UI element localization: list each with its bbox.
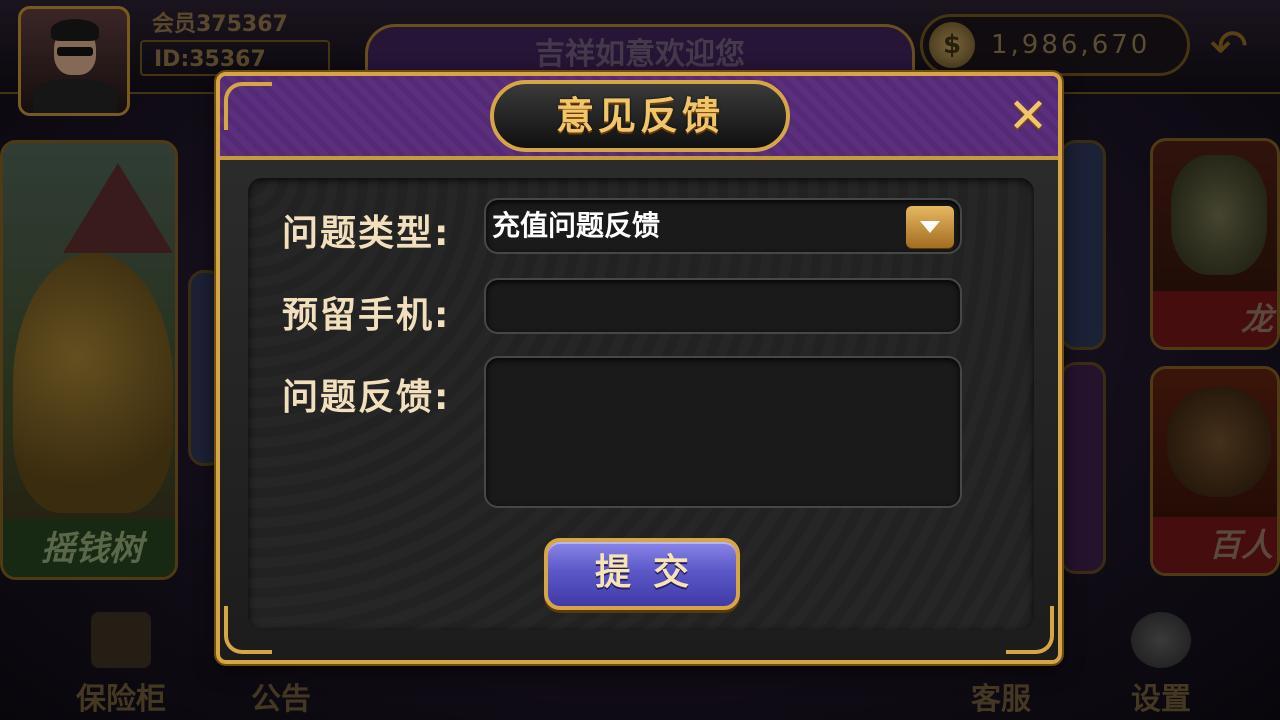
phone-input[interactable] — [484, 278, 962, 334]
issue-type-select[interactable]: 充值问题反馈 — [484, 198, 962, 254]
title-plate: 意见反馈 — [490, 80, 790, 152]
issue-type-value: 充值问题反馈 — [492, 209, 661, 242]
phone-label: 预留手机: — [282, 295, 451, 336]
feedback-label: 问题反馈: — [282, 377, 451, 418]
close-button[interactable]: ✕ — [1004, 92, 1052, 140]
feedback-dialog: 意见反馈 ✕ 问题类型: 充值问题反馈 预留手机: 问题反馈: 提交 — [216, 72, 1062, 664]
submit-button[interactable]: 提交 — [544, 538, 740, 610]
feedback-textarea[interactable] — [484, 356, 962, 508]
close-icon: ✕ — [1007, 88, 1049, 144]
chevron-down-icon[interactable] — [906, 206, 954, 248]
dialog-title: 意见反馈 — [555, 94, 724, 138]
dialog-body: 问题类型: 充值问题反馈 预留手机: 问题反馈: 提交 — [248, 178, 1034, 630]
dialog-header: 意见反馈 ✕ — [220, 76, 1058, 160]
corner-ornament — [224, 82, 272, 130]
issue-type-label: 问题类型: — [282, 213, 451, 254]
submit-label: 提交 — [594, 552, 711, 593]
